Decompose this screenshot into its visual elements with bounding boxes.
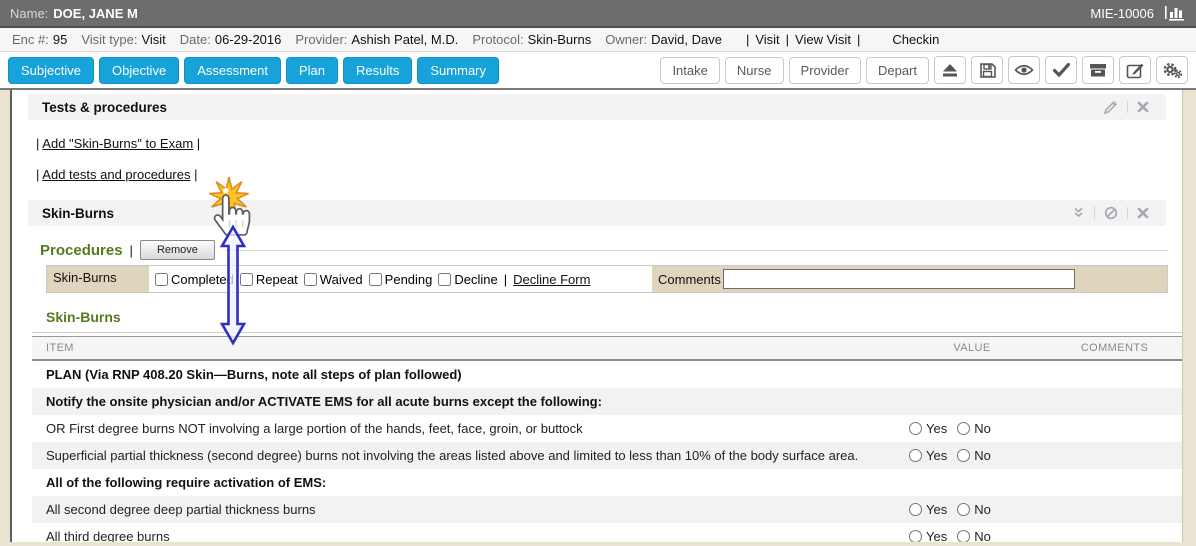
depart-button[interactable]: Depart [866, 57, 929, 84]
no-radio[interactable]: No [957, 502, 991, 517]
decline-checkbox[interactable]: Decline [438, 272, 497, 287]
page-margin-left [0, 90, 12, 542]
skin-burns-section-header: Skin-Burns [28, 200, 1166, 226]
item-column-header: ITEM [32, 337, 897, 359]
procedure-name-cell: Skin-Burns [47, 266, 149, 292]
eye-icon[interactable] [1008, 56, 1040, 84]
yes-radio[interactable]: Yes [909, 502, 947, 517]
close-section-icon[interactable] [1127, 101, 1158, 113]
visit-nav-links: | Visit | View Visit | [746, 32, 860, 47]
comments-label: Comments [658, 272, 721, 287]
waived-checkbox[interactable]: Waived [304, 272, 363, 287]
legend-divider [225, 250, 1168, 251]
section-tabs: Subjective Objective Assessment Plan Res… [8, 57, 499, 84]
form-row-notify: Notify the onsite physician and/or ACTIV… [32, 388, 1182, 415]
collapse-section-icon[interactable] [1063, 207, 1094, 219]
checkin-link[interactable]: Checkin [892, 32, 939, 47]
add-tests-and-procedures-link[interactable]: Add tests and procedures [42, 167, 190, 182]
view-visit-link[interactable]: View Visit [795, 32, 851, 47]
edit-icon[interactable] [1119, 56, 1151, 84]
comments-column-header: COMMENTS [1047, 337, 1182, 359]
procedure-comments-input[interactable] [723, 269, 1075, 289]
procedure-status-row: Skin-Burns Completed Repeat Waived Pendi… [46, 265, 1168, 293]
save-icon[interactable] [971, 56, 1003, 84]
toolbar-right-buttons: Intake Nurse Provider Depart [660, 56, 1188, 84]
no-radio[interactable]: No [957, 448, 991, 463]
add-skin-burns-to-exam-link[interactable]: Add "Skin-Burns" to Exam [42, 136, 193, 151]
yes-radio[interactable]: Yes [909, 448, 947, 463]
provider-button[interactable]: Provider [789, 57, 861, 84]
tab-summary[interactable]: Summary [417, 57, 499, 84]
archive-icon[interactable] [1082, 56, 1114, 84]
close-skin-burns-icon[interactable] [1127, 207, 1158, 219]
form-divider [32, 332, 1182, 333]
owner: Owner:David, Dave [605, 32, 722, 47]
eject-icon[interactable] [934, 56, 966, 84]
skin-burns-section-title: Skin-Burns [42, 206, 114, 221]
patient-name: DOE, JANE M [53, 6, 138, 21]
yes-radio[interactable]: Yes [909, 421, 947, 436]
gears-icon[interactable] [1156, 56, 1188, 84]
form-row-first-degree: OR First degree burns NOT involving a la… [32, 415, 1182, 442]
tests-procedures-header: Tests & procedures [28, 94, 1166, 120]
form-row-plan: PLAN (Via RNP 408.20 Skin—Burns, note al… [32, 361, 1182, 388]
form-row-third-degree: All third degree burns Yes No [32, 523, 1182, 542]
flowsheet-chart-icon[interactable] [1164, 5, 1186, 21]
repeat-checkbox[interactable]: Repeat [240, 272, 298, 287]
tab-assessment[interactable]: Assessment [184, 57, 281, 84]
patient-title-bar: Name: DOE, JANE M MIE-10006 [0, 0, 1196, 28]
value-column-header: VALUE [897, 337, 1047, 359]
pending-checkbox[interactable]: Pending [369, 272, 433, 287]
no-radio[interactable]: No [957, 529, 991, 542]
visit-link[interactable]: Visit [755, 32, 779, 47]
remove-button[interactable]: Remove [140, 240, 215, 260]
skin-burns-form: Skin-Burns ITEM VALUE COMMENTS PLAN (Via… [32, 309, 1182, 542]
procedure-comments-cell: Comments [652, 266, 1167, 292]
main-toolbar: Subjective Objective Assessment Plan Res… [0, 52, 1196, 90]
procedures-title: Procedures [40, 242, 123, 259]
provider: Provider:Ashish Patel, M.D. [295, 32, 458, 47]
form-row-second-degree: All second degree deep partial thickness… [32, 496, 1182, 523]
no-radio[interactable]: No [957, 421, 991, 436]
form-row-ems-header: All of the following require activation … [32, 469, 1182, 496]
tests-procedures-title: Tests & procedures [42, 100, 167, 115]
form-column-headers: ITEM VALUE COMMENTS [32, 336, 1182, 361]
check-icon[interactable] [1045, 56, 1077, 84]
completed-checkbox[interactable]: Completed [155, 272, 234, 287]
name-label: Name: [10, 6, 48, 21]
add-tests-procedures-row: | Add tests and procedures | [36, 167, 1182, 182]
procedures-legend: Procedures | Remove [40, 240, 1168, 260]
visit-type: Visit type:Visit [81, 32, 165, 47]
yes-radio[interactable]: Yes [909, 529, 947, 542]
plan-content-area: Tests & procedures | Add "Skin-Burns" to… [12, 90, 1182, 542]
disable-section-icon[interactable] [1094, 206, 1127, 220]
form-row-superficial: Superficial partial thickness (second de… [32, 442, 1182, 469]
nurse-button[interactable]: Nurse [725, 57, 784, 84]
page-margin-right [1182, 90, 1196, 542]
tab-plan[interactable]: Plan [286, 57, 338, 84]
add-skin-burns-row: | Add "Skin-Burns" to Exam | [36, 136, 1182, 151]
decline-form-link[interactable]: Decline Form [513, 272, 590, 287]
tab-subjective[interactable]: Subjective [8, 57, 94, 84]
visit-date: Date:06-29-2016 [180, 32, 282, 47]
procedure-status-checkboxes: Completed Repeat Waived Pending Decline … [149, 266, 652, 292]
enc-number: Enc #:95 [12, 32, 67, 47]
form-title: Skin-Burns [46, 309, 1182, 325]
system-id: MIE-10006 [1090, 6, 1154, 21]
intake-button[interactable]: Intake [660, 57, 719, 84]
tab-objective[interactable]: Objective [99, 57, 179, 84]
tab-results[interactable]: Results [343, 57, 412, 84]
edit-section-icon[interactable] [1094, 100, 1127, 115]
encounter-info-bar: Enc #:95 Visit type:Visit Date:06-29-201… [0, 28, 1196, 52]
protocol: Protocol:Skin-Burns [472, 32, 591, 47]
